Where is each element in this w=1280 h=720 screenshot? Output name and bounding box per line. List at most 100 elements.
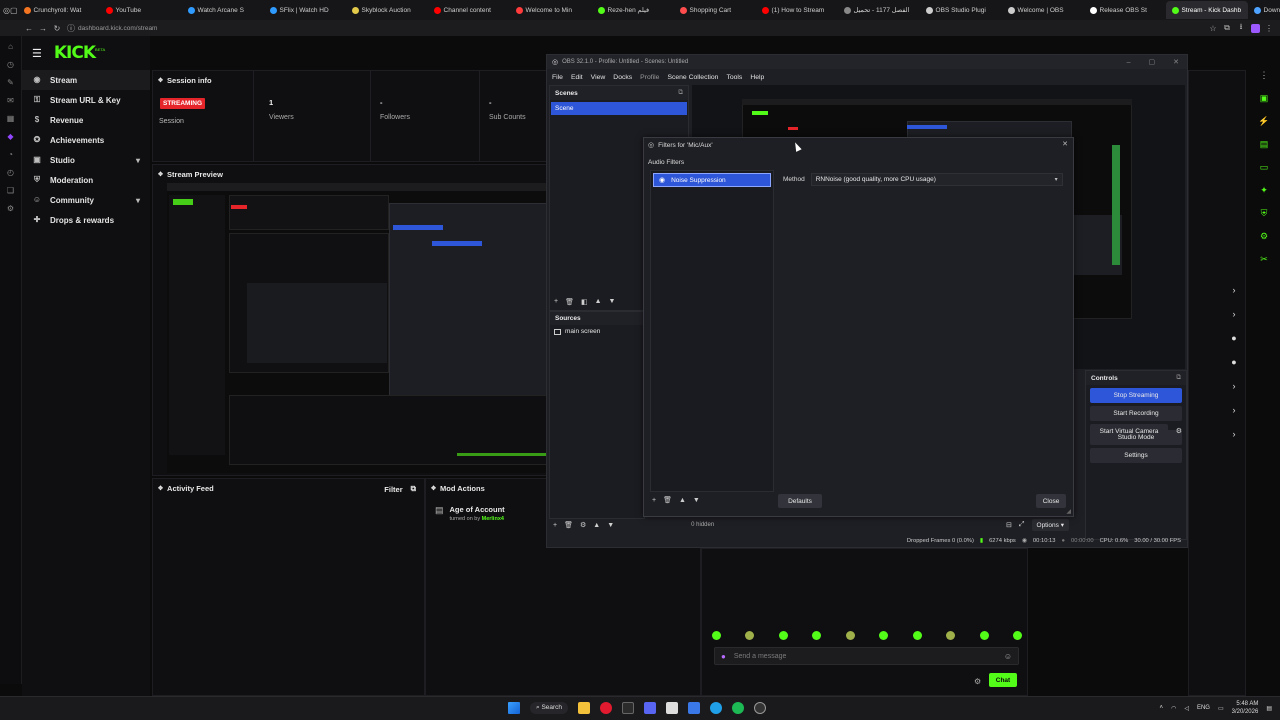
- mod-action-user[interactable]: Merlinx4: [482, 516, 504, 522]
- add-scene-icon[interactable]: +: [554, 298, 558, 306]
- obs-menu-docks[interactable]: Docks: [613, 74, 632, 81]
- browser-tab[interactable]: Shopping Cart: [674, 1, 756, 19]
- move-up-icon[interactable]: ▲: [595, 298, 602, 306]
- terminal-icon[interactable]: [622, 702, 635, 714]
- obs-minimize-icon[interactable]: –: [1127, 59, 1131, 66]
- emote-icon[interactable]: [778, 631, 788, 640]
- clock-icon[interactable]: ◴: [6, 168, 16, 178]
- browser-tab[interactable]: Download Altern: [1248, 1, 1280, 19]
- star-icon[interactable]: ✦: [1260, 185, 1268, 196]
- browser-tab[interactable]: Channel content: [428, 1, 510, 19]
- wifi-icon[interactable]: ◠: [1171, 705, 1176, 712]
- chat-send-button[interactable]: Chat: [989, 673, 1017, 687]
- spotify-icon[interactable]: [732, 702, 745, 714]
- extensions-icon[interactable]: ⧉: [1220, 21, 1234, 35]
- browser-tab[interactable]: YouTube: [100, 1, 182, 19]
- mixer-link-icon[interactable]: ⤢: [1019, 521, 1025, 529]
- nav-item-achievements[interactable]: ✪ Achievements: [22, 130, 150, 150]
- emote-icon[interactable]: [912, 631, 922, 640]
- drag-handle-icon[interactable]: ✥: [158, 171, 163, 178]
- notes-icon[interactable]: ✎: [6, 78, 16, 88]
- bot-icon[interactable]: ▣: [1260, 93, 1269, 104]
- obs-close-icon[interactable]: ✕: [1173, 58, 1179, 66]
- filter-button[interactable]: Filter: [384, 485, 402, 494]
- emote-icon[interactable]: [979, 631, 989, 640]
- visibility-eye-icon[interactable]: ◉: [659, 176, 665, 184]
- source-properties-icon[interactable]: ⚙: [580, 521, 586, 529]
- control-settings-button[interactable]: Settings: [1090, 448, 1182, 463]
- browser-tab[interactable]: SFlix | Watch HD: [264, 1, 346, 19]
- home-icon[interactable]: ⌂: [6, 42, 16, 52]
- file-explorer-icon[interactable]: [578, 702, 591, 714]
- reload-icon[interactable]: ↻: [50, 21, 64, 35]
- more-vert-icon[interactable]: ⋮: [1260, 70, 1269, 81]
- obs-taskbar-icon[interactable]: [754, 702, 767, 714]
- emote-icon[interactable]: [845, 631, 855, 640]
- move-down-icon[interactable]: ▼: [609, 298, 616, 306]
- volume-icon[interactable]: ◁: [1184, 705, 1189, 712]
- download-icon[interactable]: ⭳: [1234, 21, 1248, 35]
- obs-maximize-icon[interactable]: ▢: [1149, 58, 1156, 66]
- browser-tab[interactable]: Watch Arcane S: [182, 1, 264, 19]
- windows-start-icon[interactable]: [508, 702, 520, 714]
- emote-icon[interactable]: [946, 631, 956, 640]
- browser-tab[interactable]: Welcome to Min: [510, 1, 592, 19]
- emote-icon[interactable]: [745, 631, 755, 640]
- obs-menu-scene-collection[interactable]: Scene Collection: [667, 74, 718, 81]
- browser-tab[interactable]: Skyblock Auction: [346, 1, 428, 19]
- chevron-down-icon[interactable]: ▾: [136, 196, 140, 205]
- defaults-button[interactable]: Defaults: [778, 494, 822, 508]
- nav-item-revenue[interactable]: $ Revenue: [22, 110, 150, 130]
- site-info-icon[interactable]: ⓘ: [64, 21, 78, 35]
- wrench-icon[interactable]: ✂: [1260, 254, 1268, 265]
- store-icon[interactable]: [688, 702, 701, 714]
- discord-icon[interactable]: [644, 702, 657, 714]
- kick-logo[interactable]: KICK: [54, 43, 96, 63]
- nav-item-stream[interactable]: ◉ Stream: [22, 70, 150, 90]
- back-icon[interactable]: ←: [22, 21, 36, 35]
- emote-icon[interactable]: [712, 631, 721, 640]
- clip-icon[interactable]: ▤: [1260, 139, 1269, 150]
- chevron-right-icon[interactable]: ›: [1233, 309, 1236, 319]
- notifications-icon[interactable]: ▤: [1266, 705, 1272, 712]
- browser-tab[interactable]: Reze-hen فيلم: [592, 1, 674, 19]
- bookmark-icon[interactable]: ☆: [1206, 21, 1220, 35]
- move-up-icon[interactable]: ▲: [679, 497, 686, 504]
- chat-settings-icon[interactable]: ⚙: [974, 677, 981, 686]
- calendar-icon[interactable]: ▦: [6, 114, 16, 124]
- clock[interactable]: 5:48 AM 3/20/2026: [1232, 700, 1259, 716]
- nav-item-community[interactable]: ☺ Community ▾: [22, 190, 150, 210]
- network-icon[interactable]: ▭: [1218, 705, 1224, 712]
- mixer-options-button[interactable]: Options ▾: [1031, 519, 1069, 531]
- browser-tab[interactable]: الفصل 1177 - تحميل: [838, 1, 920, 19]
- move-down-icon[interactable]: ▼: [693, 497, 700, 504]
- notepad-icon[interactable]: [666, 702, 679, 714]
- move-down-icon[interactable]: ▼: [607, 522, 614, 529]
- mixer-layout-icon[interactable]: ⊟: [1006, 521, 1012, 529]
- history-icon[interactable]: ◷: [6, 60, 16, 70]
- remove-scene-icon[interactable]: 🗑: [565, 298, 574, 306]
- toggle-icon[interactable]: ●: [1231, 333, 1236, 343]
- browser-tab[interactable]: Stream - Kick Dashb: [1165, 1, 1248, 19]
- nav-item-drops-rewards[interactable]: ✚ Drops & rewards: [22, 210, 150, 230]
- emote-icon[interactable]: [879, 631, 889, 640]
- emote-icon[interactable]: [812, 631, 822, 640]
- hamburger-icon[interactable]: ☰: [32, 47, 42, 60]
- scene-filters-icon[interactable]: ◧: [581, 298, 588, 306]
- nav-item-moderation[interactable]: ⛨ Moderation: [22, 170, 150, 190]
- opera-icon[interactable]: [600, 702, 613, 714]
- gear-icon[interactable]: ⚙: [1260, 231, 1268, 242]
- add-filter-icon[interactable]: +: [652, 497, 656, 504]
- url-field[interactable]: dashboard.kick.com/stream: [78, 25, 157, 32]
- chevron-right-icon[interactable]: ›: [1233, 285, 1236, 295]
- source-item[interactable]: main screen: [550, 325, 644, 338]
- popout-icon[interactable]: ⧉: [411, 484, 416, 494]
- chevron-down-icon[interactable]: ▾: [136, 156, 140, 165]
- drag-handle-icon[interactable]: ✥: [158, 77, 163, 84]
- taskbar-search[interactable]: ⌕ Search: [530, 702, 569, 714]
- filters-close-icon[interactable]: ✕: [1062, 140, 1068, 148]
- close-button[interactable]: Close: [1036, 494, 1066, 508]
- remove-filter-icon[interactable]: 🗑: [663, 496, 672, 504]
- timer-icon[interactable]: ◔: [6, 150, 16, 160]
- browser-menu-icon[interactable]: ◎: [3, 3, 10, 17]
